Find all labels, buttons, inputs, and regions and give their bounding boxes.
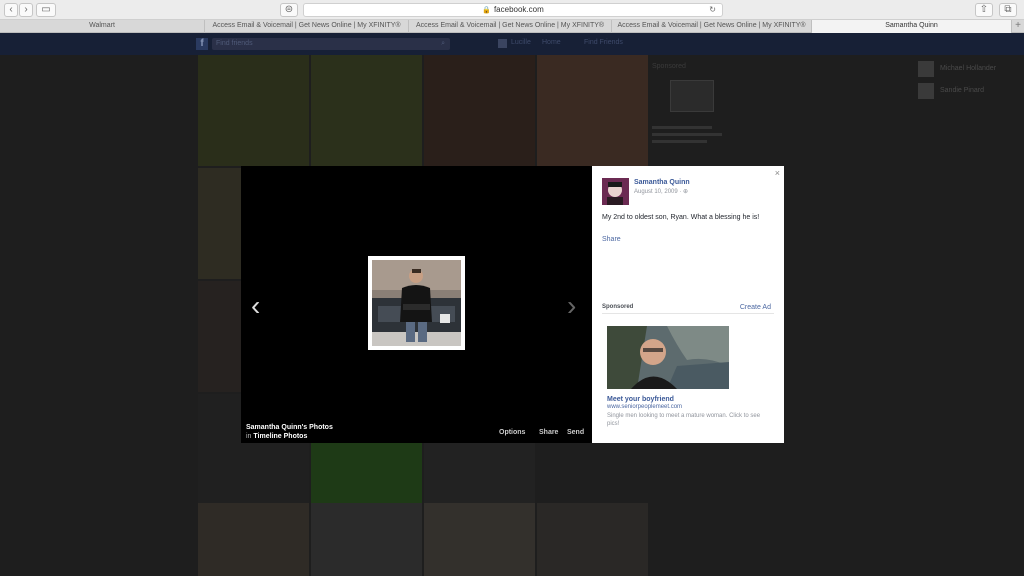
photo-image bbox=[372, 260, 461, 346]
friend-item[interactable]: Sandie Pinard bbox=[918, 83, 1018, 101]
search-placeholder: Find friends bbox=[216, 40, 253, 47]
grid-photo[interactable] bbox=[424, 55, 535, 166]
grid-photo[interactable] bbox=[198, 503, 309, 576]
background-ad-text bbox=[652, 140, 707, 143]
tab-xfinity-2[interactable]: Access Email & Voicemail | Get News Onli… bbox=[409, 20, 612, 33]
grid-photo[interactable] bbox=[198, 55, 309, 166]
grid-photo[interactable] bbox=[311, 55, 422, 166]
avatar bbox=[918, 61, 934, 77]
new-tab-button[interactable]: + bbox=[1012, 20, 1024, 32]
search-icon[interactable]: ⌕ bbox=[441, 38, 445, 50]
nav-profile[interactable]: Lucille bbox=[511, 39, 531, 46]
back-icon[interactable]: ‹ bbox=[4, 3, 18, 17]
album-prefix: in bbox=[246, 433, 252, 440]
close-icon[interactable]: × bbox=[775, 168, 780, 178]
photo-album-line: in Timeline Photos bbox=[246, 433, 307, 440]
next-photo-icon[interactable]: › bbox=[567, 292, 576, 320]
ad-url-link[interactable]: www.seniorpeoplemeet.com bbox=[607, 404, 682, 410]
grid-photo[interactable] bbox=[311, 503, 422, 576]
background-ad-image bbox=[670, 80, 714, 112]
previous-photo-icon[interactable]: ‹ bbox=[251, 292, 260, 320]
sidebar-icon[interactable]: ▭ bbox=[36, 3, 56, 17]
send-button[interactable]: Send bbox=[567, 429, 584, 436]
nav-avatar[interactable] bbox=[498, 39, 507, 48]
share-icon[interactable]: ⇧ bbox=[975, 3, 993, 17]
avatar-image bbox=[602, 178, 629, 205]
tab-walmart[interactable]: Walmart bbox=[0, 20, 205, 33]
photo-caption: My 2nd to oldest son, Ryan. What a bless… bbox=[602, 214, 760, 221]
photo-owner-link[interactable]: Samantha Quinn's Photos bbox=[246, 424, 333, 431]
ad-photo bbox=[607, 326, 729, 389]
facebook-logo-icon[interactable]: f bbox=[196, 38, 208, 50]
share-button[interactable]: Share bbox=[539, 429, 558, 436]
url-text: facebook.com bbox=[493, 5, 544, 14]
friend-name: Sandie Pinard bbox=[940, 87, 984, 94]
album-link[interactable]: Timeline Photos bbox=[253, 433, 307, 440]
browser-toolbar: ‹ › ▭ ⊜ 🔒 facebook.com ↻ ⇧ ⧉ bbox=[0, 0, 1024, 20]
ad-image[interactable] bbox=[607, 326, 729, 389]
create-ad-link[interactable]: Create Ad bbox=[740, 304, 771, 311]
post-date[interactable]: August 10, 2009 · ⊕ bbox=[634, 188, 688, 195]
background-ad-text bbox=[652, 133, 722, 136]
divider bbox=[602, 313, 774, 314]
lock-icon: 🔒 bbox=[482, 7, 491, 14]
ad-title-link[interactable]: Meet your boyfriend bbox=[607, 396, 674, 403]
privacy-icon[interactable]: ⊜ bbox=[280, 3, 298, 17]
avatar[interactable] bbox=[602, 178, 629, 205]
tab-xfinity-1[interactable]: Access Email & Voicemail | Get News Onli… bbox=[205, 20, 409, 33]
ad-description: Single men looking to meet a mature woma… bbox=[607, 413, 761, 427]
reload-icon[interactable]: ↻ bbox=[709, 4, 716, 16]
grid-photo[interactable] bbox=[537, 55, 648, 166]
photo-details-panel: × Samantha Quinn August 10, 2009 · ⊕ My … bbox=[592, 166, 784, 443]
share-link[interactable]: Share bbox=[602, 236, 621, 243]
photo-viewer: ‹ › Samantha Quinn's Photos in Timeline … bbox=[241, 166, 592, 443]
poster-name-link[interactable]: Samantha Quinn bbox=[634, 179, 690, 186]
grid-photo[interactable] bbox=[537, 503, 648, 576]
background-ad-text bbox=[652, 126, 712, 129]
tabs-overview-icon[interactable]: ⧉ bbox=[999, 3, 1017, 17]
background-sponsored-label: Sponsored bbox=[652, 63, 686, 70]
friend-item[interactable]: Michael Hollander bbox=[918, 61, 1018, 79]
tab-xfinity-3[interactable]: Access Email & Voicemail | Get News Onli… bbox=[612, 20, 812, 33]
tab-samantha-quinn[interactable]: Samantha Quinn bbox=[812, 20, 1012, 33]
friend-name: Michael Hollander bbox=[940, 65, 997, 72]
address-bar[interactable]: 🔒 facebook.com ↻ bbox=[303, 3, 723, 17]
background-sponsored: Sponsored bbox=[652, 63, 742, 183]
sponsored-label: Sponsored bbox=[602, 304, 634, 310]
avatar bbox=[918, 83, 934, 99]
facebook-blue-bar: f Find friends ⌕ Lucille Home Find Frien… bbox=[0, 33, 1024, 55]
main-photo bbox=[368, 256, 465, 350]
forward-icon[interactable]: › bbox=[19, 3, 33, 17]
grid-photo[interactable] bbox=[424, 503, 535, 576]
nav-home[interactable]: Home bbox=[542, 39, 561, 46]
facebook-search-input[interactable]: Find friends ⌕ bbox=[212, 38, 450, 50]
tab-bar: Walmart Access Email & Voicemail | Get N… bbox=[0, 20, 1024, 33]
nav-find-friends[interactable]: Find Friends bbox=[584, 39, 623, 46]
options-button[interactable]: Options bbox=[499, 429, 525, 436]
